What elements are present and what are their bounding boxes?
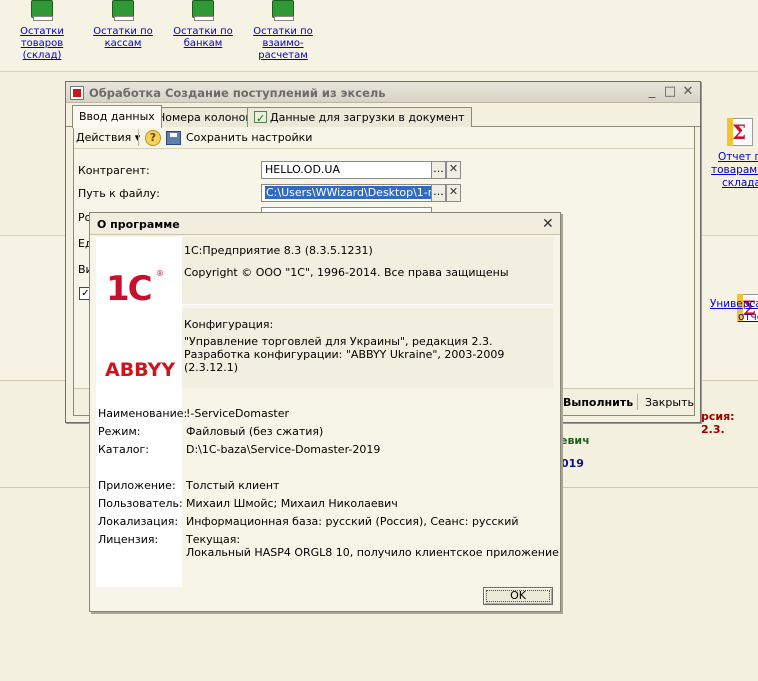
counterparty-select-button[interactable]: ... xyxy=(431,161,446,179)
shortcut-stock-cash[interactable]: Остатки по кассам xyxy=(87,0,159,50)
background-green-text: евич xyxy=(560,434,590,447)
shortcut-stock-settlements[interactable]: Остатки по взаимо- расчетам xyxy=(247,0,319,62)
save-settings-icon[interactable] xyxy=(166,131,181,145)
config-developer: Разработка конфигурации: "ABBYY Ukraine"… xyxy=(184,348,505,361)
close-icon[interactable]: ✕ xyxy=(680,85,696,99)
detail-value: D:\1C-baza\Service-Domaster-2019 xyxy=(186,443,381,456)
book-icon xyxy=(270,0,296,22)
tab-column-numbers[interactable]: Номера колонок xyxy=(150,107,259,127)
detail-value: !-ServiceDomaster xyxy=(186,407,290,420)
toolbar: Действия ▾ ? Сохранить настройки xyxy=(74,127,694,149)
save-settings-button[interactable]: Сохранить настройки xyxy=(186,131,312,144)
file-path-field[interactable]: C:\Users\WWizard\Desktop\1-rea xyxy=(261,184,432,202)
about-title: О программе xyxy=(97,218,180,231)
shortcut-stock-banks[interactable]: Остатки по банкам xyxy=(167,0,239,50)
counterparty-clear-icon[interactable]: ✕ xyxy=(446,161,461,179)
tab-data-entry[interactable]: Ввод данных xyxy=(72,105,162,128)
side-report-stock-link[interactable]: Отчет по товарам на складах xyxy=(711,151,758,190)
config-version: (2.3.12.1) xyxy=(184,361,239,374)
detail-label: Пользователь: xyxy=(98,497,183,510)
config-name: "Управление торговлей для Украины", реда… xyxy=(184,335,493,348)
window-titlebar[interactable]: Обработка Создание поступлений из эксель… xyxy=(66,82,700,103)
file-path-clear-icon[interactable]: ✕ xyxy=(446,184,461,202)
file-path-label: Путь к файлу: xyxy=(78,187,160,200)
product-version: 1С:Предприятие 8.3 (8.3.5.1231) xyxy=(184,244,373,257)
logo-abbyy: ABBYY xyxy=(105,359,176,381)
copyright-text: Copyright © ООО "1С", 1996-2014. Все пра… xyxy=(184,266,509,279)
toolbar-separator xyxy=(138,130,139,146)
detail-value: Михаил Шмойс; Михаил Николаевич xyxy=(186,497,398,510)
detail-label: Лицензия: xyxy=(98,533,159,546)
close-button[interactable]: Закрыть xyxy=(645,396,694,409)
counterparty-field[interactable]: HELLO.OD.UA xyxy=(261,161,432,179)
detail-label: Режим: xyxy=(98,425,141,438)
version-text: рсия: 2.3. xyxy=(701,410,735,436)
detail-value: Текущая: xyxy=(186,533,241,546)
detail-value: Файловый (без сжатия) xyxy=(186,425,324,438)
about-dialog: О программе ✕ 1С ® ABBYY 1С:Предприятие … xyxy=(89,212,561,612)
side-report-universal-link[interactable]: Универсал отче xyxy=(710,298,758,324)
table-check-icon xyxy=(254,109,267,128)
maximize-icon[interactable]: □ xyxy=(662,85,678,99)
product-info-box: 1С:Предприятие 8.3 (8.3.5.1231) Copyrigh… xyxy=(182,237,553,305)
book-icon xyxy=(190,0,216,22)
ok-button[interactable]: OK xyxy=(483,587,553,605)
run-button[interactable]: Выполнить xyxy=(563,396,633,409)
file-path-browse-button[interactable]: ... xyxy=(431,184,446,202)
detail-label: Наименование: xyxy=(98,407,188,420)
logo-1c: 1С xyxy=(106,269,153,309)
window-app-icon xyxy=(70,86,84,100)
detail-label: Каталог: xyxy=(98,443,149,456)
close-icon[interactable]: ✕ xyxy=(542,216,554,232)
minimize-icon[interactable]: _ xyxy=(644,85,660,99)
tab-strip: Ввод данных Номера колонок Данные для за… xyxy=(66,105,700,128)
configuration-box: Конфигурация: "Управление торговлей для … xyxy=(182,308,553,388)
license-detail: Локальный HASP4 ORGL8 10, получило клиен… xyxy=(186,546,559,559)
background-blue-text: 019 xyxy=(561,457,584,470)
config-label: Конфигурация: xyxy=(184,318,274,331)
shortcut-stock-warehouse[interactable]: Остатки товаров (склад) xyxy=(6,0,78,62)
window-title: Обработка Создание поступлений из эксель xyxy=(89,86,386,100)
button-separator xyxy=(637,394,638,410)
report-sigma-icon[interactable] xyxy=(727,118,753,146)
book-icon xyxy=(110,0,136,22)
about-titlebar[interactable]: О программе ✕ xyxy=(90,213,560,235)
tab-load-data[interactable]: Данные для загрузки в документ xyxy=(247,107,472,128)
registered-mark: ® xyxy=(156,269,164,278)
detail-value: Толстый клиент xyxy=(186,479,280,492)
detail-label: Локализация: xyxy=(98,515,179,528)
actions-menu-button[interactable]: Действия ▾ xyxy=(76,131,140,144)
book-icon xyxy=(29,0,55,22)
detail-value: Информационная база: русский (Россия), С… xyxy=(186,515,519,528)
counterparty-label: Контрагент: xyxy=(78,164,150,177)
help-icon[interactable]: ? xyxy=(145,130,161,146)
detail-label: Приложение: xyxy=(98,479,176,492)
